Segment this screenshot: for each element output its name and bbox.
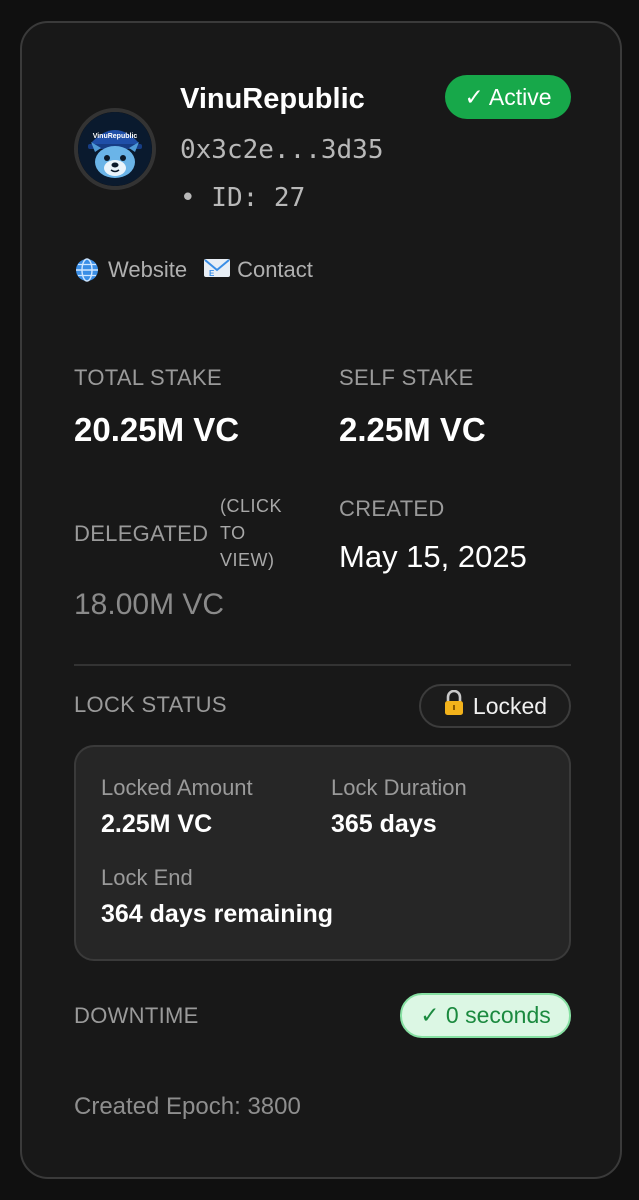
total-stake-label: TOTAL STAKE bbox=[74, 365, 222, 390]
created-label: CREATED bbox=[339, 496, 445, 521]
self-stake-value: 2.25M VC bbox=[339, 411, 486, 448]
downtime-badge: ✓ 0 seconds bbox=[400, 993, 571, 1038]
website-link[interactable]: Website bbox=[74, 257, 187, 283]
contact-label: Contact bbox=[237, 257, 313, 282]
created-value: May 15, 2025 bbox=[339, 539, 527, 574]
delegated-label[interactable]: DELEGATED bbox=[74, 521, 208, 547]
locked-amount-label: Locked Amount bbox=[101, 775, 253, 800]
logo-text: VinuRepublic bbox=[93, 133, 138, 140]
locked-badge-label: Locked bbox=[472, 692, 548, 719]
svg-text:E: E bbox=[209, 269, 215, 278]
locked-badge: Locked bbox=[419, 684, 571, 728]
lock-end-value: 364 days remaining bbox=[101, 900, 334, 928]
lock-details-box: Locked Amount 2.25M VC Lock Duration 365… bbox=[74, 745, 571, 961]
validator-avatar: VinuRepublic bbox=[74, 108, 156, 190]
downtime-label: DOWNTIME bbox=[74, 1003, 199, 1028]
lock-duration-label: Lock Duration bbox=[331, 775, 467, 800]
lock-end-label: Lock End bbox=[101, 865, 193, 890]
total-stake-value: 20.25M VC bbox=[74, 411, 240, 448]
website-label: Website bbox=[108, 257, 188, 282]
delegated-click-hint[interactable]: (CLICK TO VIEW) bbox=[220, 493, 300, 574]
section-divider bbox=[74, 664, 571, 666]
validator-address[interactable]: 0x3c2e...3d35 bbox=[180, 135, 384, 165]
self-stake-label: SELF STAKE bbox=[339, 365, 474, 390]
lock-status-label: LOCK STATUS bbox=[74, 692, 227, 717]
contact-link[interactable]: E Contact bbox=[203, 257, 313, 283]
lock-duration-value: 365 days bbox=[331, 810, 437, 838]
validator-id: • ID: 27 bbox=[180, 183, 306, 213]
delegated-value[interactable]: 18.00M VC bbox=[74, 588, 224, 622]
validator-card: VinuRepublic VinuRepublic 0x3c2e...3d35 … bbox=[20, 21, 622, 1179]
globe-icon bbox=[74, 257, 100, 283]
dog-logo-icon: VinuRepublic bbox=[78, 112, 152, 186]
locked-amount-value: 2.25M VC bbox=[101, 810, 213, 838]
validator-name: VinuRepublic bbox=[180, 83, 365, 115]
status-badge: ✓ Active bbox=[445, 75, 571, 119]
mail-icon: E bbox=[203, 257, 231, 283]
links-row: Website E Contact bbox=[74, 257, 313, 283]
lock-icon bbox=[443, 689, 465, 722]
created-epoch: Created Epoch: 3800 bbox=[74, 1093, 301, 1120]
